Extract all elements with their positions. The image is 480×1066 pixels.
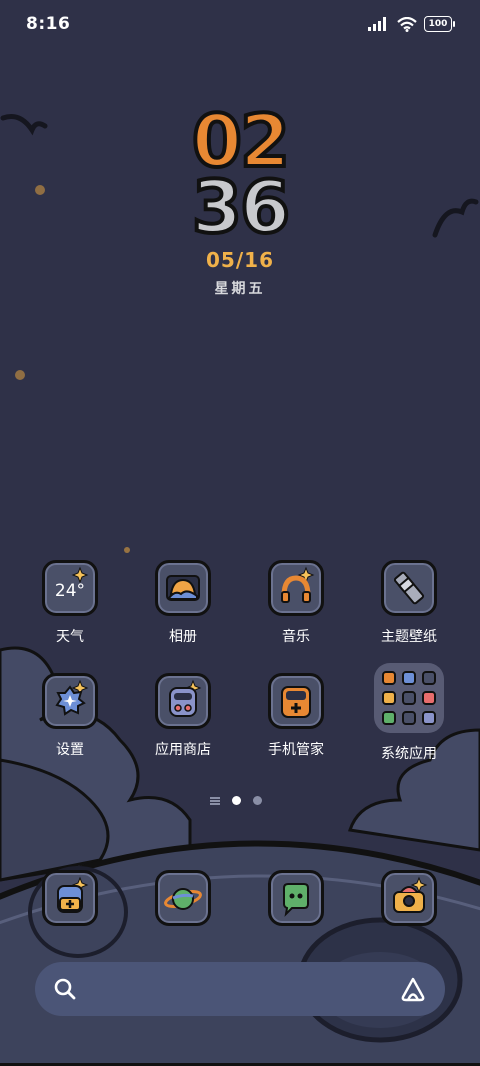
app-label: 天气	[56, 629, 84, 645]
page-indicator[interactable]	[210, 796, 262, 805]
dock-camera[interactable]	[353, 870, 465, 926]
app-label: 应用商店	[155, 742, 211, 758]
search-icon[interactable]	[53, 977, 77, 1001]
signal-icon	[368, 17, 386, 31]
dock-phone[interactable]	[14, 870, 126, 926]
app-label: 主题壁纸	[381, 629, 437, 645]
app-label: 音乐	[282, 629, 310, 645]
app-settings[interactable]: 设置	[14, 673, 126, 759]
app-weather[interactable]: 24° 天气	[14, 560, 126, 646]
clock-weekday: 星期五	[214, 281, 266, 297]
browser-icon	[155, 870, 211, 926]
music-icon	[268, 560, 324, 616]
search-bar[interactable]	[35, 962, 445, 1016]
app-store[interactable]: 应用商店	[127, 673, 239, 759]
assistant-icon[interactable]	[399, 975, 427, 1003]
app-security[interactable]: 手机管家	[240, 673, 352, 759]
clock-date: 05/16	[206, 248, 274, 272]
app-gallery[interactable]: 相册	[127, 560, 239, 646]
settings-icon	[42, 673, 98, 729]
themes-icon	[381, 560, 437, 616]
app-label: 相册	[169, 629, 197, 645]
phone-icon	[42, 870, 98, 926]
clock-minute: 36	[190, 165, 292, 249]
gallery-icon	[155, 560, 211, 616]
app-label: 设置	[56, 742, 84, 758]
app-themes[interactable]: 主题壁纸	[353, 560, 465, 646]
status-time: 8:16	[26, 14, 71, 34]
app-music[interactable]: 音乐	[240, 560, 352, 646]
app-label: 手机管家	[268, 742, 324, 758]
dock-browser[interactable]	[127, 870, 239, 926]
camera-icon	[381, 870, 437, 926]
app-label: 系统应用	[381, 746, 437, 762]
clock-widget[interactable]: 02 36 05/16 星期五	[140, 103, 340, 298]
page-dot[interactable]	[253, 796, 262, 805]
app-store-icon	[155, 673, 211, 729]
svg-text:24°: 24°	[55, 581, 85, 601]
security-icon	[268, 673, 324, 729]
page-dot-active[interactable]	[232, 796, 241, 805]
menu-lines-icon[interactable]	[210, 796, 220, 805]
messages-icon	[268, 870, 324, 926]
battery-icon: 100	[424, 16, 455, 32]
status-bar: 8:16 100	[0, 0, 480, 50]
folder-icon	[374, 663, 444, 733]
weather-icon: 24°	[42, 560, 98, 616]
folder-system-apps[interactable]: 系统应用	[353, 663, 465, 763]
wifi-icon	[397, 16, 417, 32]
dock-messages[interactable]	[240, 870, 352, 926]
